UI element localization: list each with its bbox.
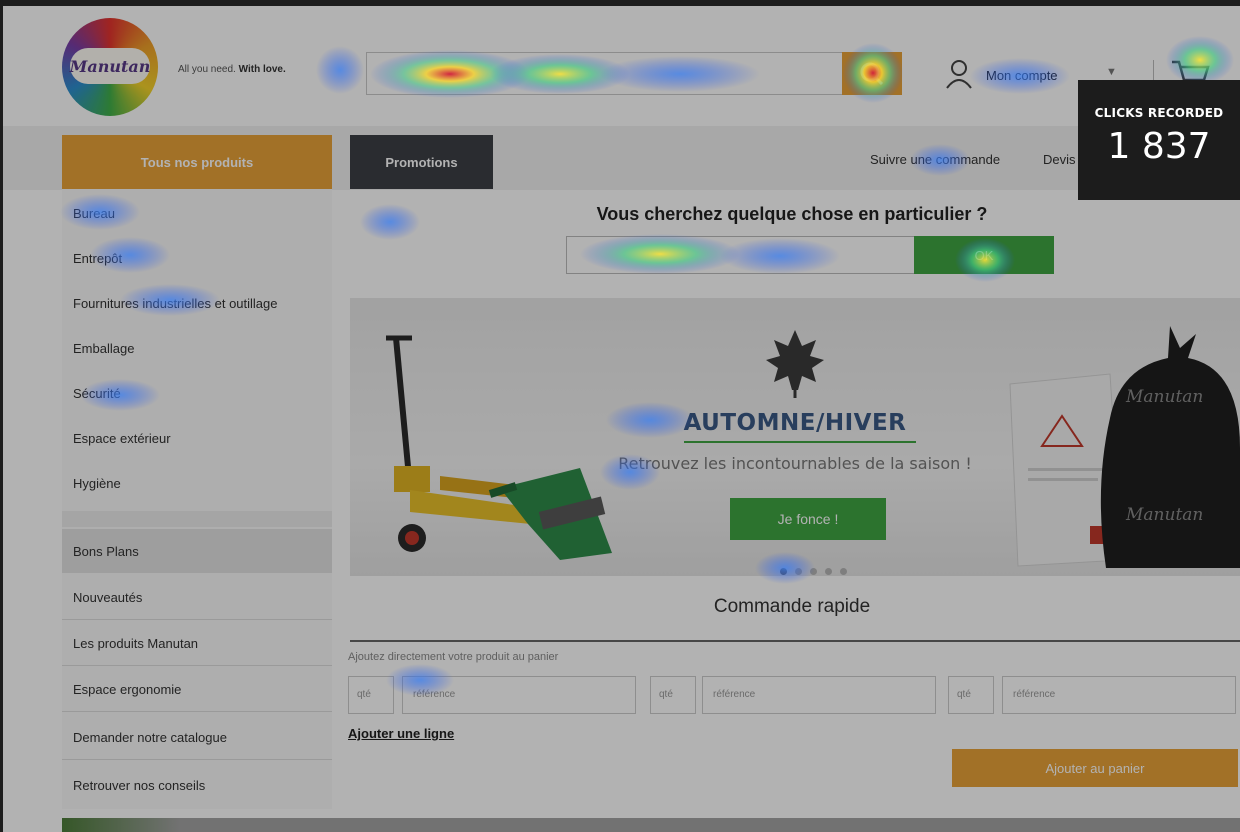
- clicks-count: 1 837: [1107, 126, 1211, 167]
- dim-overlay: [0, 0, 1240, 832]
- window-left-edge: [0, 0, 3, 832]
- clicks-label: CLICKS RECORDED: [1094, 106, 1224, 120]
- clicks-recorded-panel: CLICKS RECORDED 1 837: [1078, 80, 1240, 200]
- window-top-edge: [0, 0, 1240, 6]
